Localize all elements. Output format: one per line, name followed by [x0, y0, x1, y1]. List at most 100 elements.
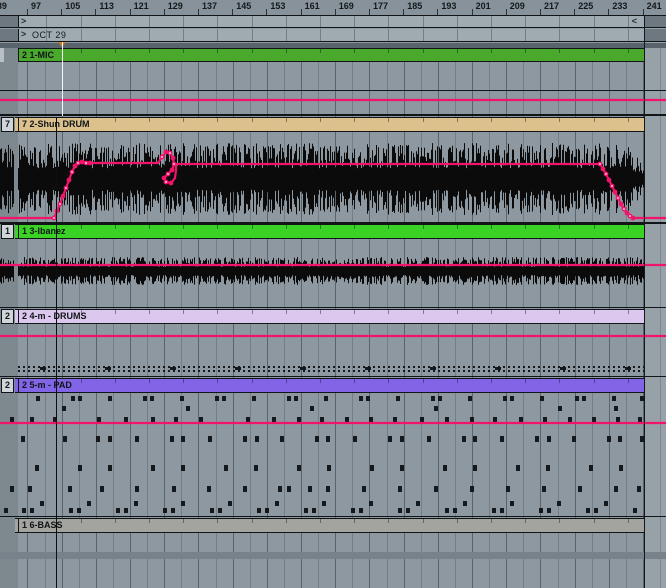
- row-gridline: [114, 29, 116, 41]
- row-gridline: [491, 16, 492, 27]
- automation-breakpoint[interactable]: [600, 166, 606, 172]
- automation-breakpoint-center: [71, 171, 73, 173]
- automation-breakpoint[interactable]: [618, 201, 624, 207]
- row-gridline: [251, 29, 253, 41]
- scrub-area[interactable]: > <: [0, 16, 666, 28]
- scrub-end-arrow-icon: <: [631, 16, 637, 26]
- automation-breakpoint-center: [599, 163, 601, 165]
- row-gridline: [46, 16, 48, 27]
- playhead-line: [62, 42, 63, 116]
- row-gridline: [456, 16, 458, 27]
- row-gridline: [559, 16, 561, 27]
- automation-breakpoint[interactable]: [630, 215, 636, 221]
- scrub-area-box[interactable]: > <: [18, 16, 645, 27]
- locator-label[interactable]: OCT 29: [32, 30, 66, 40]
- automation-breakpoint[interactable]: [79, 159, 85, 165]
- row-gridline: [627, 29, 629, 41]
- locator-row-box[interactable]: > OCT 29: [18, 29, 645, 41]
- automation-breakpoint-center: [165, 181, 167, 183]
- ruler-bar-number: 201: [475, 1, 491, 11]
- ruler-bar-number: 113: [99, 1, 114, 11]
- row-gridline: [183, 29, 185, 41]
- row-gridline: [422, 29, 424, 41]
- ruler-bar-number: 177: [373, 1, 389, 11]
- automation-breakpoint[interactable]: [169, 167, 175, 173]
- row-gridline: [354, 16, 356, 27]
- row-gridline: [320, 29, 321, 41]
- ruler-tick: [642, 9, 644, 15]
- row-gridline: [217, 16, 219, 27]
- ruler-tick: [403, 9, 405, 15]
- ruler-bar-number: 169: [338, 1, 354, 11]
- row-gridline: [627, 16, 629, 27]
- automation-breakpoint[interactable]: [612, 189, 618, 195]
- ruler-tick: [61, 9, 63, 15]
- automation-breakpoint[interactable]: [606, 177, 612, 183]
- automation-lines[interactable]: [0, 0, 666, 588]
- ruler-tick: [574, 9, 576, 15]
- row-gridline: [525, 29, 527, 41]
- arrangement-view: 2 1-MIC 7 2-Shun DRUM 7 1 3-Ibanez 1 2 4-m - …: [0, 0, 666, 588]
- automation-breakpoint[interactable]: [170, 155, 176, 161]
- row-gridline: [456, 29, 458, 41]
- row-gridline: [593, 16, 595, 27]
- automation-breakpoint-center: [617, 197, 619, 199]
- ruler-tick: [608, 9, 610, 15]
- row-gridline: [149, 29, 150, 41]
- row-gridline: [80, 29, 82, 41]
- ruler-tick: [437, 9, 439, 15]
- row-gridline: [422, 16, 424, 27]
- row-gridline: [559, 29, 561, 41]
- ruler-bar-number: 105: [65, 1, 81, 11]
- ruler-bar-number: 225: [578, 1, 594, 11]
- automation-breakpoint-center: [85, 162, 87, 164]
- automation-breakpoint-center: [629, 215, 631, 217]
- automation-line-track-1[interactable]: [0, 150, 666, 220]
- automation-breakpoint-center: [167, 173, 169, 175]
- automation-breakpoint-center: [53, 217, 55, 219]
- ruler-bar-number: 185: [407, 1, 423, 11]
- ruler-tick: [471, 9, 473, 15]
- ruler-tick: [266, 9, 268, 15]
- row-gridline: [320, 16, 321, 27]
- clip-end-boundary-line: [644, 16, 645, 588]
- ruler-bar-number: 241: [646, 1, 662, 11]
- row-gridline: [525, 16, 527, 27]
- automation-breakpoint-center: [623, 208, 625, 210]
- ruler-bar-number: 129: [167, 1, 183, 11]
- ruler-bar-number: 89: [0, 1, 7, 11]
- ruler-tick: [27, 9, 28, 15]
- ruler-bar-number: 233: [612, 1, 628, 11]
- row-gridline: [388, 16, 390, 27]
- ruler-bar-number: 97: [31, 1, 42, 11]
- row-gridline: [285, 16, 287, 27]
- row-gridline: [149, 16, 150, 27]
- ruler-bar-number: 121: [133, 1, 149, 11]
- row-gridline: [593, 29, 595, 41]
- ruler-tick: [129, 9, 131, 15]
- scrub-start-arrow-icon: >: [21, 16, 27, 26]
- ruler-tick: [300, 9, 302, 15]
- row-gridline: [217, 29, 219, 41]
- automation-breakpoint-center: [169, 152, 171, 154]
- locator-row[interactable]: > OCT 29: [0, 29, 666, 42]
- beat-time-ruler[interactable]: 89 97 105 113 121 129 137 145 153 161 169 177 185 193…: [0, 0, 666, 16]
- ruler-bar-number: 161: [304, 1, 320, 11]
- row-gridline: [114, 16, 116, 27]
- row-gridline: [354, 29, 356, 41]
- automation-breakpoint[interactable]: [66, 177, 72, 183]
- row-gridline: [80, 16, 82, 27]
- automation-breakpoint-center: [77, 162, 79, 164]
- automation-breakpoint[interactable]: [60, 193, 66, 199]
- ruler-bar-number: 217: [544, 1, 560, 11]
- ruler-tick: [232, 9, 234, 15]
- ruler-tick: [163, 9, 165, 15]
- row-gridline: [388, 29, 390, 41]
- automation-breakpoint[interactable]: [168, 180, 174, 186]
- automation-breakpoint[interactable]: [87, 160, 93, 166]
- ruler-tick: [540, 9, 541, 15]
- row-gridline: [183, 16, 185, 27]
- ruler-tick: [505, 9, 507, 15]
- row-gridline: [251, 16, 253, 27]
- automation-breakpoint[interactable]: [163, 149, 169, 155]
